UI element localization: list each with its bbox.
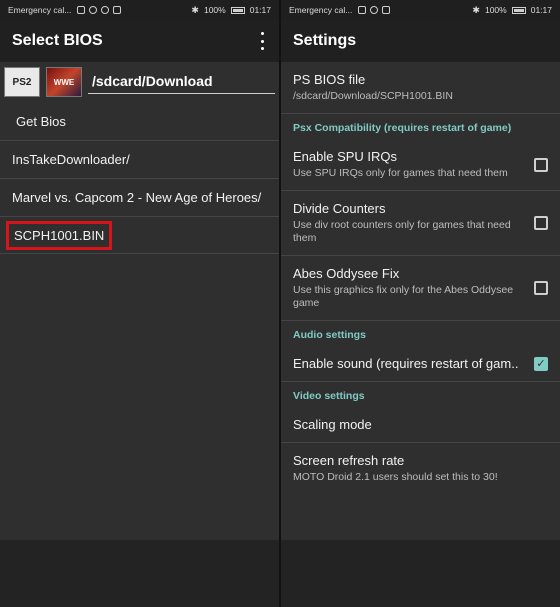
sim-icon	[358, 6, 367, 14]
setting-title: Scaling mode	[293, 417, 372, 432]
category-audio: Audio settings	[293, 329, 366, 341]
battery-percent: 100%	[484, 5, 507, 15]
current-path: /sdcard/Download	[88, 71, 275, 94]
battery-icon	[230, 6, 245, 14]
file-item-marvel-vs-capcom[interactable]: Marvel vs. Capcom 2 - New Age of Heroes/	[0, 178, 279, 216]
divide-counters-checkbox[interactable]	[534, 216, 548, 230]
ps2-thumbnail[interactable]: PS2	[4, 67, 40, 97]
select-bios-screen: Emergency cal... ✱ 100% 01:17 Select BIO…	[0, 0, 279, 607]
enable-sound-checkbox[interactable]: ✓	[534, 356, 548, 371]
file-item-label: Marvel vs. Capcom 2 - New Age of Heroes/	[12, 190, 262, 205]
app-bar: Select BIOS	[0, 20, 279, 62]
app-bar: Settings	[281, 20, 560, 62]
carrier-text: Emergency cal...	[289, 5, 353, 15]
battery-icon	[511, 6, 526, 14]
overflow-menu-icon[interactable]	[257, 32, 267, 50]
setting-title: Divide Counters	[293, 201, 386, 216]
battery-percent: 100%	[203, 5, 226, 15]
setting-title: Enable SPU IRQs	[293, 149, 398, 164]
screen-refresh-rate-setting[interactable]: Screen refresh rate MOTO Droid 2.1 users…	[281, 443, 560, 494]
mail-icon	[382, 6, 391, 14]
file-item-label: InsTakeDownloader/	[12, 152, 130, 167]
status-bar: Emergency cal... ✱ 100% 01:17	[0, 0, 279, 20]
abes-fix-checkbox[interactable]	[534, 281, 548, 295]
scaling-mode-setting[interactable]: Scaling mode	[281, 407, 560, 443]
setting-title: Abes Oddysee Fix	[293, 266, 400, 281]
category-video: Video settings	[293, 390, 365, 402]
ps-bios-file-setting[interactable]: PS BIOS file /sdcard/Download/SCPH1001.B…	[281, 62, 560, 114]
bluetooth-icon: ✱	[191, 4, 199, 15]
spu-irqs-checkbox[interactable]	[534, 157, 548, 172]
enable-spu-irqs-setting[interactable]: Enable SPU IRQs Use SPU IRQs only for ga…	[281, 139, 560, 191]
get-bios-button[interactable]: Get Bios	[0, 102, 279, 140]
wifi-icon	[89, 6, 98, 14]
file-item-scph1001[interactable]: SCPH1001.BIN	[0, 216, 279, 254]
setting-summary: Use SPU IRQs only for games that need th…	[293, 167, 508, 179]
setting-summary: Use div root counters only for games tha…	[293, 219, 511, 244]
sim-icon	[77, 6, 86, 14]
navigation-bar	[281, 540, 560, 607]
carrier-text: Emergency cal...	[8, 5, 72, 15]
status-bar: Emergency cal... ✱ 100% 01:17	[281, 0, 560, 20]
category-psx-compatibility: Psx Compatibility (requires restart of g…	[293, 122, 512, 134]
bluetooth-icon: ✱	[472, 4, 480, 15]
settings-screen: Emergency cal... ✱ 100% 01:17 Settings P…	[281, 0, 560, 607]
setting-summary: MOTO Droid 2.1 users should set this to …	[293, 471, 498, 483]
enable-sound-setting[interactable]: Enable sound (requires restart of gam.. …	[281, 346, 560, 382]
clock: 01:17	[530, 5, 552, 15]
game-thumbnail[interactable]: WWE	[46, 67, 82, 97]
clock: 01:17	[249, 5, 271, 15]
path-row: PS2 WWE /sdcard/Download	[0, 62, 279, 102]
setting-summary: Use this graphics fix only for the Abes …	[293, 284, 514, 309]
setting-title: Screen refresh rate	[293, 453, 405, 468]
navigation-bar	[0, 540, 279, 607]
file-item-label: SCPH1001.BIN	[6, 220, 113, 250]
abes-oddysee-fix-setting[interactable]: Abes Oddysee Fix Use this graphics fix o…	[281, 256, 560, 321]
mail-icon	[113, 6, 122, 14]
setting-title: PS BIOS file	[293, 72, 366, 87]
page-title: Select BIOS	[12, 32, 103, 49]
file-item-instakedownloader[interactable]: InsTakeDownloader/	[0, 140, 279, 178]
whatsapp-icon	[101, 6, 110, 14]
setting-summary: /sdcard/Download/SCPH1001.BIN	[293, 90, 453, 102]
wifi-icon	[370, 6, 379, 14]
divide-counters-setting[interactable]: Divide Counters Use div root counters on…	[281, 191, 560, 256]
page-title: Settings	[293, 32, 357, 49]
setting-title: Enable sound (requires restart of gam..	[293, 356, 519, 371]
